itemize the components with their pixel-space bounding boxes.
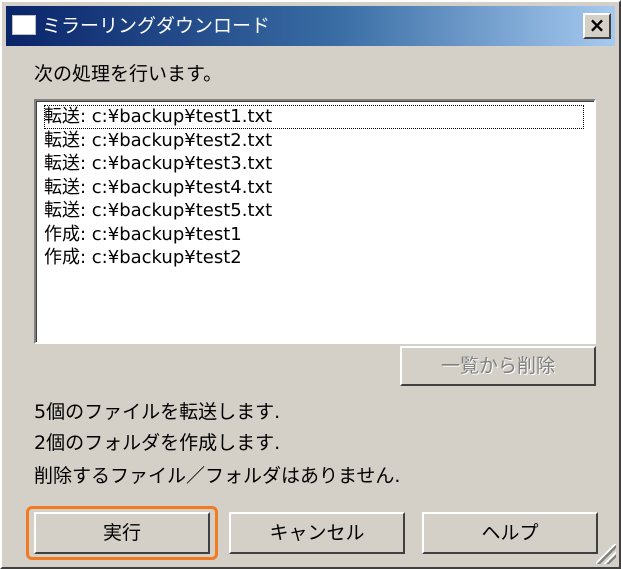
list-item[interactable]: 転送: c:¥backup¥test2.txt (44, 129, 594, 153)
summary-transfer-text: 5個のファイルを転送します. (34, 401, 281, 423)
title-bar[interactable]: ミラーリングダウンロード × (6, 6, 615, 46)
list-item[interactable]: 転送: c:¥backup¥test1.txt (44, 105, 584, 129)
list-item[interactable]: 転送: c:¥backup¥test3.txt (44, 152, 594, 176)
list-item[interactable]: 転送: c:¥backup¥test5.txt (44, 199, 594, 223)
prompt-label: 次の処理を行います。 (34, 63, 223, 85)
list-item[interactable]: 作成: c:¥backup¥test2 (44, 246, 594, 270)
operations-listbox[interactable]: 転送: c:¥backup¥test1.txt 転送: c:¥backup¥te… (34, 99, 596, 344)
execute-highlight (26, 506, 218, 560)
remove-from-list-button[interactable]: 一覧から削除 (400, 346, 596, 386)
list-item[interactable]: 転送: c:¥backup¥test4.txt (44, 176, 594, 200)
summary-delete-text: 削除するファイル／フォルダはありません. (34, 465, 401, 487)
window-icon (12, 15, 36, 35)
resize-grip-icon[interactable] (596, 544, 616, 564)
help-button[interactable]: ヘルプ (422, 512, 598, 554)
close-button[interactable]: × (583, 13, 611, 39)
mirroring-download-dialog: ミラーリングダウンロード × 次の処理を行います。 転送: c:¥backup¥… (0, 0, 621, 569)
list-item[interactable]: 作成: c:¥backup¥test1 (44, 223, 594, 247)
window-title: ミラーリングダウンロード (42, 15, 271, 37)
operations-list: 転送: c:¥backup¥test1.txt 転送: c:¥backup¥te… (36, 101, 594, 270)
summary-create-text: 2個のフォルダを作成します. (34, 432, 281, 454)
cancel-button[interactable]: キャンセル (229, 512, 405, 554)
